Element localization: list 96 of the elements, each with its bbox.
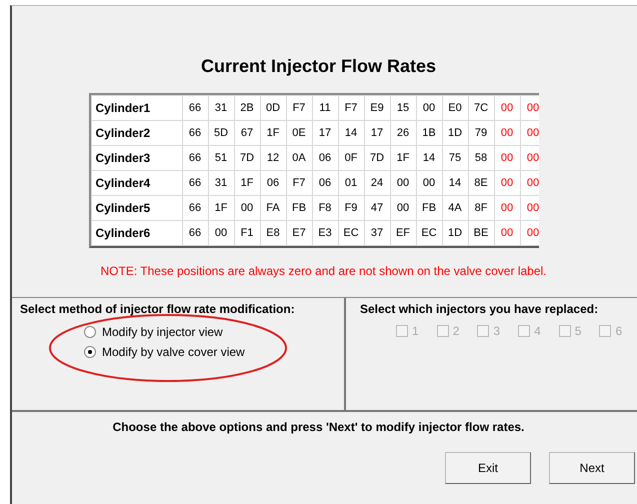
- table-cell: Cylinder4: [91, 170, 182, 196]
- table-cell: 00: [234, 196, 260, 220]
- table-cell: 15: [390, 96, 416, 120]
- table-cell: 12: [260, 146, 286, 170]
- table-cell: 31: [208, 96, 234, 120]
- table-cell: 06: [312, 170, 338, 196]
- table-cell: 00: [494, 96, 520, 120]
- table-cell: 0E: [286, 120, 312, 146]
- table-cell: 06: [260, 170, 286, 196]
- table-cell: 1F: [390, 146, 416, 170]
- table-cell: EF: [390, 220, 416, 246]
- table-cell: 06: [312, 146, 338, 170]
- table-cell: 00: [494, 146, 520, 170]
- table-cell: 7D: [234, 146, 260, 170]
- section-label: Select method of injector flow rate modification:: [20, 302, 296, 316]
- table-cell: 66: [182, 96, 208, 120]
- table-cell: BE: [468, 220, 494, 246]
- table-cell: FB: [416, 196, 442, 220]
- table-cell: 1F: [234, 170, 260, 196]
- table-cell: 0F: [338, 146, 364, 170]
- table-cell: 8F: [468, 196, 494, 220]
- table-cell: F7: [338, 96, 364, 120]
- exit-button[interactable]: Exit: [445, 452, 531, 484]
- table-cell: 7C: [468, 96, 494, 120]
- table-cell: 31: [208, 170, 234, 196]
- table-cell: 66: [182, 146, 208, 170]
- table-cell: 0A: [286, 146, 312, 170]
- section-label: Select which injectors you have replaced:: [360, 302, 600, 316]
- table-cell: F7: [286, 96, 312, 120]
- table-cell: 14: [442, 170, 468, 196]
- table-cell: 00: [416, 96, 442, 120]
- next-button[interactable]: Next: [549, 452, 635, 484]
- table-cell: EC: [338, 220, 364, 246]
- table-cell: E0: [442, 96, 468, 120]
- table-cell: 66: [182, 120, 208, 146]
- dialog-title: Current Injector Flow Rates: [200, 56, 436, 77]
- table-cell: 0D: [260, 96, 286, 120]
- table-cell: 66: [182, 170, 208, 196]
- table-cell: 14: [416, 146, 442, 170]
- table-cell: Cylinder6: [91, 220, 182, 246]
- table-cell: 24: [364, 170, 390, 196]
- table-cell: FB: [286, 196, 312, 220]
- table-cell: 1F: [260, 120, 286, 146]
- table-cell: 67: [234, 120, 260, 146]
- table-cell: Cylinder5: [91, 196, 182, 220]
- table-cell: Cylinder3: [91, 146, 182, 170]
- table-cell: E7: [286, 220, 312, 246]
- table-cell: 11: [312, 96, 338, 120]
- table-cell: 47: [364, 196, 390, 220]
- table-cell: F9: [338, 196, 364, 220]
- table-cell: 14: [338, 120, 364, 146]
- table-cell: F1: [234, 220, 260, 246]
- table-cell: EC: [416, 220, 442, 246]
- table-cell: 37: [364, 220, 390, 246]
- table-cell: 00: [390, 170, 416, 196]
- table-cell: 00: [494, 196, 520, 220]
- table-cell: E3: [312, 220, 338, 246]
- table-cell: 5D: [208, 120, 234, 146]
- table-cell: E8: [260, 220, 286, 246]
- table-cell: 58: [468, 146, 494, 170]
- table-cell: 17: [312, 120, 338, 146]
- note-text: NOTE: These positions are always zero and are not shown on the valve cover label.: [100, 264, 546, 278]
- table-cell: F8: [312, 196, 338, 220]
- table-cell: 00: [390, 196, 416, 220]
- table-cell: 17: [364, 120, 390, 146]
- table-cell: 01: [338, 170, 364, 196]
- table-cell: 66: [182, 196, 208, 220]
- table-cell: 26: [390, 120, 416, 146]
- table-cell: 1D: [442, 220, 468, 246]
- table-cell: 51: [208, 146, 234, 170]
- table-cell: 8E: [468, 170, 494, 196]
- table-cell: FA: [260, 196, 286, 220]
- table-cell: E9: [364, 96, 390, 120]
- table-cell: 1F: [208, 196, 234, 220]
- table-cell: 66: [182, 220, 208, 246]
- table-cell: 00: [208, 220, 234, 246]
- table-cell: 00: [494, 120, 520, 146]
- table-cell: 00: [494, 220, 520, 246]
- table-cell: Cylinder2: [91, 120, 182, 146]
- radio-button[interactable]: [84, 326, 96, 338]
- table-cell: 4A: [442, 196, 468, 220]
- table-cell: 75: [442, 146, 468, 170]
- radio-option[interactable]: Modify by injector view: [84, 325, 284, 339]
- radio-option[interactable]: Modify by valve cover view: [84, 345, 284, 359]
- table-cell: 79: [468, 120, 494, 146]
- table-cell: F7: [286, 170, 312, 196]
- radio-button[interactable]: [84, 346, 96, 358]
- table-cell: 00: [494, 170, 520, 196]
- table-cell: 00: [520, 96, 538, 120]
- table-cell: 1B: [416, 120, 442, 146]
- instruction-text: Choose the above options and press 'Next' to modify injector flow rates.: [112, 420, 526, 434]
- table-cell: 00: [416, 170, 442, 196]
- table-cell: 7D: [364, 146, 390, 170]
- table-cell: Cylinder1: [91, 96, 182, 120]
- table-cell: 2B: [234, 96, 260, 120]
- table-cell: 1D: [442, 120, 468, 146]
